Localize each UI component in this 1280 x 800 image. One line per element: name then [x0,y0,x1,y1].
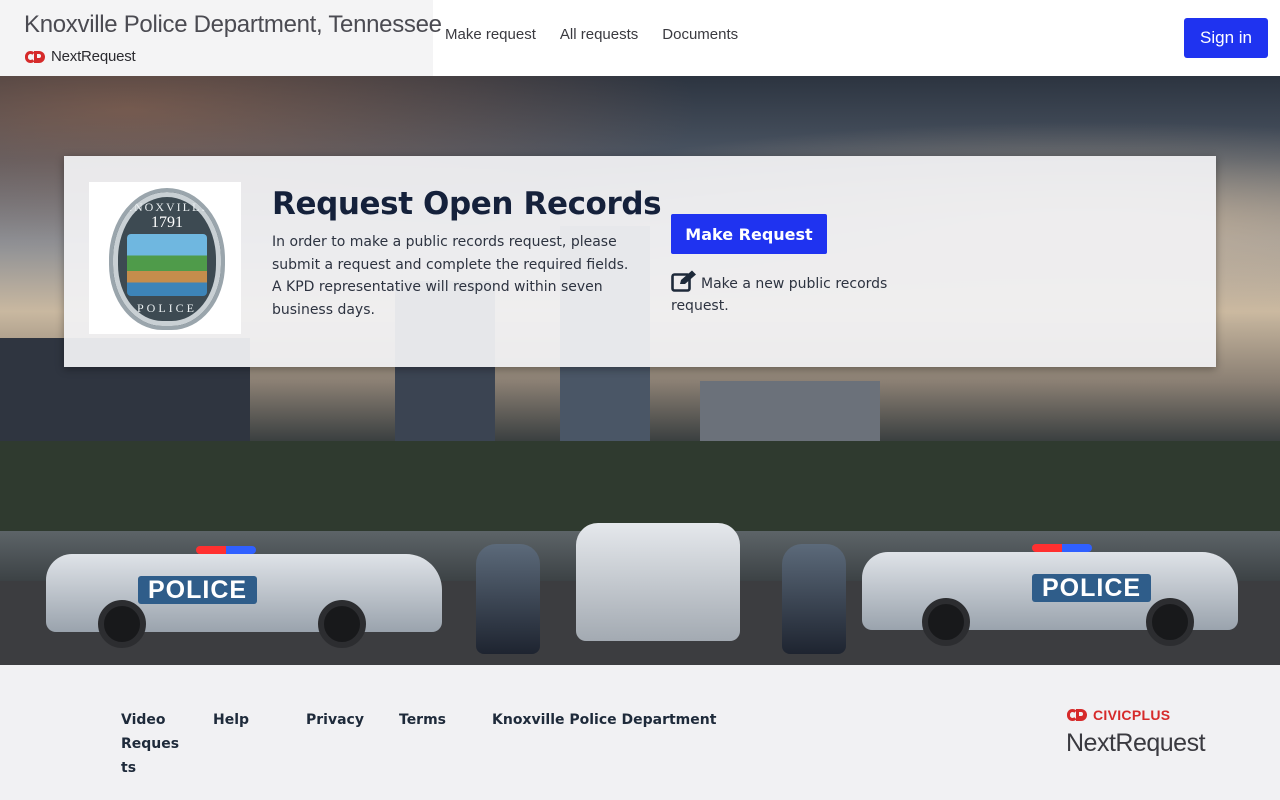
light-bar [196,546,256,554]
make-request-help: Make a new public records request. [671,270,901,317]
hero-trees [0,441,1280,536]
nav-documents[interactable]: Documents [662,26,738,43]
nextrequest-logo[interactable]: NextRequest [25,48,136,65]
car-decal: POLICE [1032,574,1152,602]
hero-banner: POLICE POLICE KNOXVILLE 1791 POLICE Requ… [0,76,1280,665]
wheel [1146,598,1194,646]
request-records-card: KNOXVILLE 1791 POLICE Request Open Recor… [64,156,1216,367]
wheel [922,598,970,646]
make-request-help-text: Make a new public records request. [671,276,888,314]
main-nav: Make request All requests Documents [445,26,738,43]
site-header: Knoxville Police Department, Tennessee N… [0,0,1280,76]
nav-all-requests[interactable]: All requests [560,26,638,43]
police-seal: KNOXVILLE 1791 POLICE [109,188,225,330]
civicplus-logo-icon [25,50,45,63]
wheel [318,600,366,648]
police-car-left: POLICE [46,546,442,648]
make-request-button[interactable]: Make Request [671,214,827,254]
footer-department[interactable]: Knoxville Police Department [492,708,716,732]
police-car-right: POLICE [862,544,1238,646]
seal-top-text: KNOXVILLE [123,200,211,214]
civicplus-logo-text: CIVICPLUS [1093,707,1171,723]
civicplus-logo[interactable]: CIVICPLUS [1067,707,1170,723]
car-decal: POLICE [138,576,258,604]
agency-name: Knoxville Police Department, Tennessee [24,11,442,38]
footer-video-requests[interactable]: Video Requests [121,708,181,780]
footer-terms[interactable]: Terms [399,708,446,732]
seal-scene [127,234,207,296]
brand-box: Knoxville Police Department, Tennessee N… [0,0,442,76]
police-suv [576,523,740,641]
site-footer: Video Requests Help Privacy Terms Knoxvi… [0,665,1280,800]
sign-in-button[interactable]: Sign in [1184,18,1268,58]
civicplus-logo-icon [1067,709,1087,721]
police-seal-image: KNOXVILLE 1791 POLICE [89,182,241,334]
light-bar [1032,544,1092,552]
footer-help[interactable]: Help [213,708,249,732]
seal-year: 1791 [151,214,183,231]
nextrequest-logo-text: NextRequest [51,48,136,65]
wheel [98,600,146,648]
police-motorcycle-left [476,544,540,654]
footer-privacy[interactable]: Privacy [306,708,364,732]
edit-icon [671,270,696,292]
police-motorcycle-right [782,544,846,654]
card-title: Request Open Records [272,186,662,222]
seal-bottom-text: POLICE [137,301,197,315]
nav-make-request[interactable]: Make request [445,26,536,43]
card-description: In order to make a public records reques… [272,234,629,318]
footer-nextrequest-text: NextRequest [1066,729,1206,757]
